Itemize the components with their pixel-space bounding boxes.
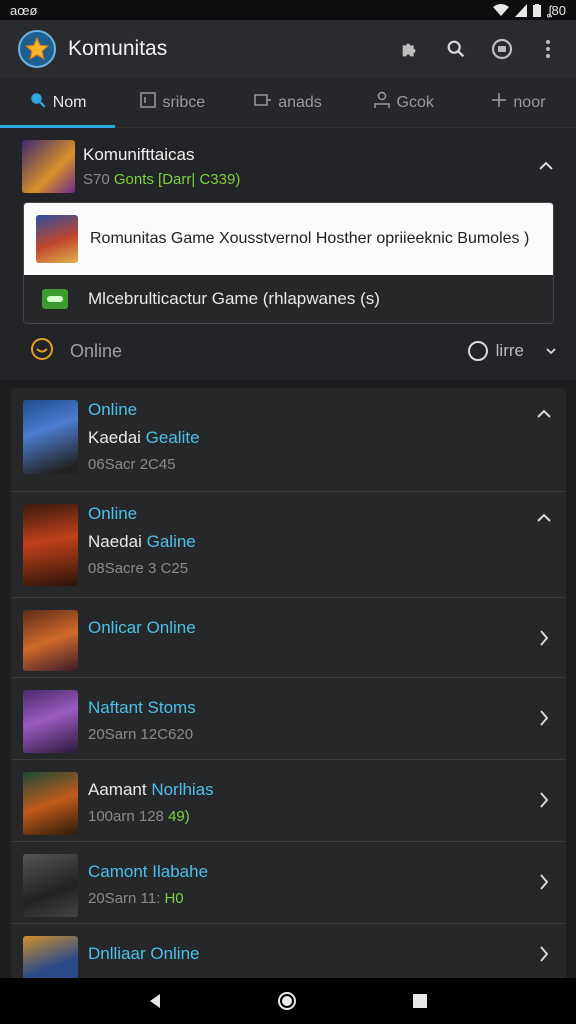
back-icon[interactable] bbox=[148, 993, 162, 1009]
game-thumbnail bbox=[23, 504, 78, 586]
box-icon bbox=[140, 92, 157, 113]
tab-label: anads bbox=[278, 93, 322, 111]
game-thumbnail bbox=[23, 400, 78, 474]
community-header[interactable]: Komunifttaicas S70 Gonts [Darr| C339) bbox=[22, 138, 556, 194]
game-title: Dnlliaar Online bbox=[88, 944, 200, 963]
list-item[interactable]: Naftant Stoms 20Sarn 12C620 bbox=[11, 678, 566, 760]
more-vert-icon[interactable] bbox=[534, 35, 562, 63]
card-game-thumbnail bbox=[36, 215, 78, 263]
game-title: Naftant Stoms bbox=[88, 698, 196, 717]
list-item[interactable]: Online Kaedai Gealite 06Sacr 2C45 bbox=[11, 388, 566, 492]
chevron-down-icon[interactable] bbox=[546, 347, 556, 355]
status-bar: aœø ʆ80 bbox=[0, 0, 576, 20]
tab-label: Nom bbox=[52, 93, 87, 111]
search-icon[interactable] bbox=[442, 35, 470, 63]
game-name: Kaedai Gealite bbox=[88, 428, 200, 447]
chevron-right-icon[interactable] bbox=[534, 790, 554, 810]
card-multiplayer-text: Mlcebrulticactur Game (rhlapwanes (s) bbox=[88, 289, 380, 308]
game-title: Aamant Norlhias bbox=[88, 780, 214, 799]
game-meta: 100arn 128 49) bbox=[88, 808, 190, 825]
list-item[interactable]: Onlicar Online bbox=[11, 598, 566, 678]
community-thumbnail bbox=[22, 139, 75, 193]
list-item[interactable]: Dnlliaar Online bbox=[11, 924, 566, 982]
app-logo bbox=[18, 30, 56, 68]
chevron-up-icon[interactable] bbox=[536, 156, 556, 176]
online-right-label: lirre bbox=[495, 341, 524, 360]
status-time: aœø bbox=[10, 2, 38, 18]
wifi-icon bbox=[493, 3, 509, 17]
home-icon[interactable] bbox=[277, 991, 297, 1011]
controller-badge-icon bbox=[42, 289, 68, 309]
card-game-text: Romunitas Game Xousstvernol Hosther opri… bbox=[90, 230, 530, 247]
chevron-up-icon[interactable] bbox=[534, 508, 554, 528]
community-card-multiplayer[interactable]: Mlcebrulticactur Game (rhlapwanes (s) bbox=[24, 275, 553, 323]
tab-bar: Nom sribce anads Gcok noor bbox=[0, 78, 576, 128]
list-item[interactable]: Camont Ilabahe 20Sarn 11: H0 bbox=[11, 842, 566, 924]
community-card: Romunitas Game Xousstvernol Hosther opri… bbox=[23, 202, 554, 324]
plus-icon bbox=[491, 92, 507, 113]
chevron-up-icon[interactable] bbox=[534, 404, 554, 424]
battery-text: ʆ80 bbox=[547, 2, 566, 18]
battery-icon bbox=[533, 3, 541, 17]
list-item[interactable]: Online Naedai Galine 08Sacre 3 C25 bbox=[11, 492, 566, 598]
game-title: Online bbox=[88, 400, 138, 419]
game-list: Online Kaedai Gealite 06Sacr 2C45 Online… bbox=[11, 388, 566, 982]
game-meta: 20Sarn 12C620 bbox=[88, 726, 194, 743]
game-title: Camont Ilabahe bbox=[88, 862, 209, 881]
app-bar: Komunitas bbox=[0, 20, 576, 78]
recents-icon[interactable] bbox=[412, 993, 428, 1009]
community-section: Komunifttaicas S70 Gonts [Darr| C339) Ro… bbox=[0, 128, 576, 380]
tab-anads[interactable]: anads bbox=[230, 78, 345, 127]
chevron-right-icon[interactable] bbox=[534, 628, 554, 648]
status-ring-icon bbox=[30, 337, 54, 366]
search-icon bbox=[29, 91, 47, 114]
system-nav-bar bbox=[0, 978, 576, 1024]
tab-gcok[interactable]: Gcok bbox=[346, 78, 461, 127]
community-card-game[interactable]: Romunitas Game Xousstvernol Hosther opri… bbox=[24, 203, 553, 275]
tab-sribce[interactable]: sribce bbox=[115, 78, 230, 127]
chevron-right-icon[interactable] bbox=[534, 708, 554, 728]
community-subtitle: S70 Gonts [Darr| C339) bbox=[83, 170, 241, 188]
puzzle-icon[interactable] bbox=[396, 35, 424, 63]
person-icon bbox=[373, 91, 391, 114]
game-thumbnail bbox=[23, 936, 78, 982]
game-thumbnail bbox=[23, 854, 78, 917]
online-filter-row[interactable]: Online lirre bbox=[30, 334, 556, 368]
signal-icon bbox=[515, 3, 527, 17]
tab-noor[interactable]: noor bbox=[461, 78, 576, 127]
tab-label: Gcok bbox=[396, 93, 434, 111]
tab-label: sribce bbox=[162, 93, 206, 111]
chevron-right-icon[interactable] bbox=[534, 872, 554, 892]
app-title: Komunitas bbox=[68, 37, 168, 60]
game-meta: 06Sacr 2C45 bbox=[88, 456, 176, 473]
game-thumbnail bbox=[23, 690, 78, 753]
game-title: Online bbox=[88, 504, 138, 523]
radio-icon[interactable] bbox=[467, 341, 488, 361]
game-meta: 08Sacre 3 C25 bbox=[88, 560, 189, 577]
chat-icon[interactable] bbox=[488, 35, 516, 63]
controller-icon bbox=[254, 92, 272, 113]
chevron-right-icon[interactable] bbox=[534, 944, 554, 964]
community-title: Komunifttaicas bbox=[83, 144, 195, 164]
game-title: Onlicar Online bbox=[88, 618, 196, 637]
tab-label: noor bbox=[513, 93, 546, 111]
game-thumbnail bbox=[23, 772, 78, 835]
game-thumbnail bbox=[23, 610, 78, 671]
list-item[interactable]: Aamant Norlhias 100arn 128 49) bbox=[11, 760, 566, 842]
online-label: Online bbox=[70, 340, 123, 361]
game-meta: 20Sarn 11: H0 bbox=[88, 890, 184, 907]
tab-nom[interactable]: Nom bbox=[0, 78, 116, 128]
game-name: Naedai Galine bbox=[88, 532, 196, 551]
